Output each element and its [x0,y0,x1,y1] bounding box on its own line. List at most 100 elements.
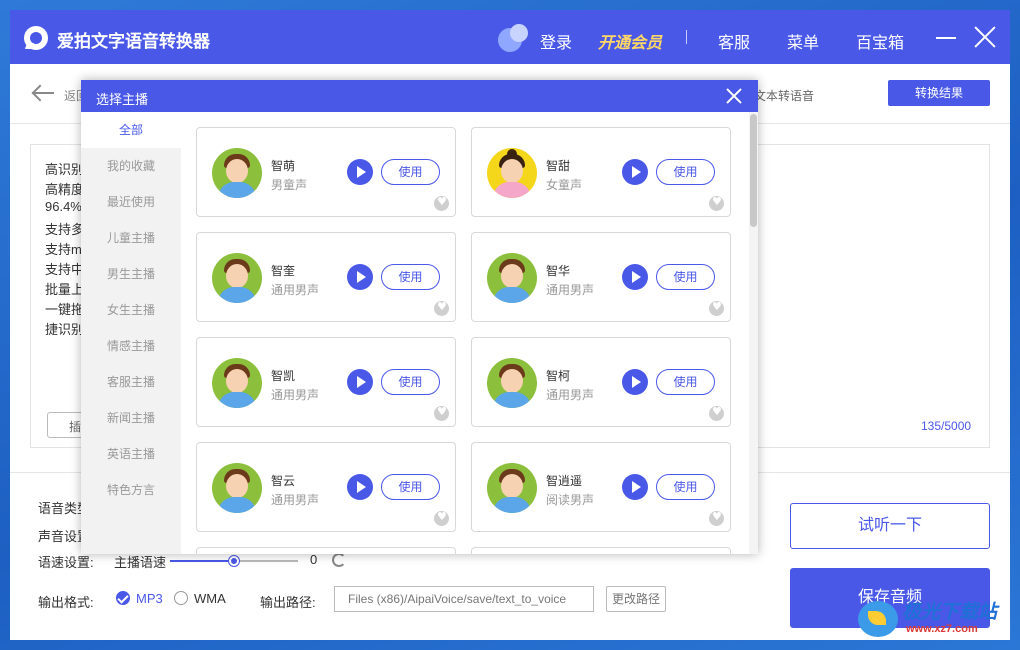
mp3-label[interactable]: MP3 [136,591,163,606]
category-item[interactable]: 英语主播 [81,436,181,472]
voice-card[interactable]: 智华 通用男声 使用 [471,232,731,322]
category-item[interactable]: 情感主播 [81,328,181,364]
favorite-icon[interactable] [709,510,724,526]
voice-avatar [212,148,262,198]
use-button[interactable]: 使用 [656,159,715,185]
text-line: 支持中 [45,262,85,277]
preview-button[interactable]: 试听一下 [790,503,990,549]
close-icon[interactable] [973,25,997,49]
voice-name: 智柯 [546,369,571,383]
speed-label: 语速设置: [38,555,94,570]
favorite-icon[interactable] [434,510,449,526]
format-label: 输出格式: [38,595,94,610]
voice-name: 智逍遥 [546,474,583,488]
title-separator [686,30,687,44]
play-icon[interactable] [622,159,648,185]
play-icon[interactable] [622,264,648,290]
voice-type: 通用男声 [546,283,595,297]
text-line: 批量上 [45,282,85,297]
vip-link[interactable]: 开通会员 [598,29,662,53]
category-item[interactable]: 客服主播 [81,364,181,400]
conversion-result-button[interactable]: 转换结果 [888,80,990,106]
use-button[interactable]: 使用 [381,264,440,290]
favorite-icon[interactable] [709,300,724,316]
watermark-brand: 极光下载站 [902,602,998,623]
dialog-scrollbar[interactable] [749,112,758,554]
text-line: 支持m [45,242,82,257]
category-item[interactable]: 全部 [81,112,181,148]
play-icon[interactable] [347,369,373,395]
voice-avatar [487,358,537,408]
voice-card[interactable] [196,547,456,554]
text-line: 高识别 [45,162,85,177]
text-line: 一键拖 [45,302,85,317]
voice-card[interactable]: 智甜 女童声 使用 [471,127,731,217]
change-path-button[interactable]: 更改路径 [606,586,666,612]
speed-value: 0 [310,552,318,567]
category-item[interactable]: 我的收藏 [81,148,181,184]
play-icon[interactable] [347,264,373,290]
breadcrumb: 文本转语音 [754,89,815,103]
voice-avatar [487,253,537,303]
category-nav: 全部 我的收藏 最近使用 儿童主播 男生主播 女生主播 情感主播 客服主播 新闻主播 英语主播 特色… [81,112,181,554]
menu-link[interactable]: 菜单 [787,29,819,53]
voice-type: 通用男声 [271,283,320,297]
use-button[interactable]: 使用 [381,474,440,500]
voice-card[interactable]: 智凯 通用男声 使用 [196,337,456,427]
reset-icon[interactable] [332,553,346,567]
voice-name: 智云 [271,474,296,488]
category-item[interactable]: 特色方言 [81,472,181,508]
mp3-radio[interactable] [116,591,130,605]
service-link[interactable]: 客服 [718,29,750,53]
favorite-icon[interactable] [434,405,449,421]
dialog-title: 选择主播 [96,92,149,107]
watermark: 极光下载站 www.xz7.com [858,595,1018,645]
play-icon[interactable] [622,474,648,500]
minimize-icon[interactable] [936,37,956,39]
play-icon[interactable] [347,474,373,500]
category-item[interactable]: 女生主播 [81,292,181,328]
speed-slider[interactable] [170,556,298,566]
play-icon[interactable] [347,159,373,185]
title-bar: 爱拍文字语音转换器 登录 开通会员 客服 菜单 百宝箱 [10,10,1010,64]
category-item[interactable]: 最近使用 [81,184,181,220]
category-item[interactable]: 男生主播 [81,256,181,292]
favorite-icon[interactable] [709,405,724,421]
voice-card[interactable]: 智柯 通用男声 使用 [471,337,731,427]
voice-card[interactable]: 智云 通用男声 使用 [196,442,456,532]
voice-card[interactable]: 智奎通用男声 使用 [196,232,456,322]
scrollbar-thumb[interactable] [750,114,757,227]
use-button[interactable]: 使用 [656,369,715,395]
login-link[interactable]: 登录 [540,29,572,53]
voice-card[interactable] [471,547,731,554]
voice-card[interactable]: 智萌 男童声 使用 [196,127,456,217]
play-icon[interactable] [622,369,648,395]
voice-name: 智奎 [271,264,296,278]
voice-avatar [212,253,262,303]
output-path-field[interactable]: Files (x86)/AipaiVoice/save/text_to_voic… [334,586,594,612]
text-line: 捷识别 [45,322,85,337]
category-item[interactable]: 儿童主播 [81,220,181,256]
voice-type: 阅读男声 [546,493,595,507]
wma-label[interactable]: WMA [194,591,226,606]
favorite-icon[interactable] [709,195,724,211]
use-button[interactable]: 使用 [656,474,715,500]
use-button[interactable]: 使用 [656,264,715,290]
voice-avatar [487,148,537,198]
app-title: 爱拍文字语音转换器 [57,32,210,51]
dialog-close-icon[interactable] [725,87,743,105]
voice-type: 女童声 [546,178,583,192]
toolbox-link[interactable]: 百宝箱 [856,29,904,53]
voice-card[interactable]: 智逍遥阅读男声 使用 [471,442,731,532]
back-arrow-icon[interactable] [32,84,54,102]
speed-slider-thumb[interactable] [229,556,239,566]
wma-radio[interactable] [174,591,188,605]
category-item[interactable]: 新闻主播 [81,400,181,436]
use-button[interactable]: 使用 [381,159,440,185]
favorite-icon[interactable] [434,300,449,316]
voice-avatar [487,463,537,513]
use-button[interactable]: 使用 [381,369,440,395]
speed-slider-fill [170,560,234,562]
vip-avatar-icon[interactable] [498,24,530,52]
favorite-icon[interactable] [434,195,449,211]
